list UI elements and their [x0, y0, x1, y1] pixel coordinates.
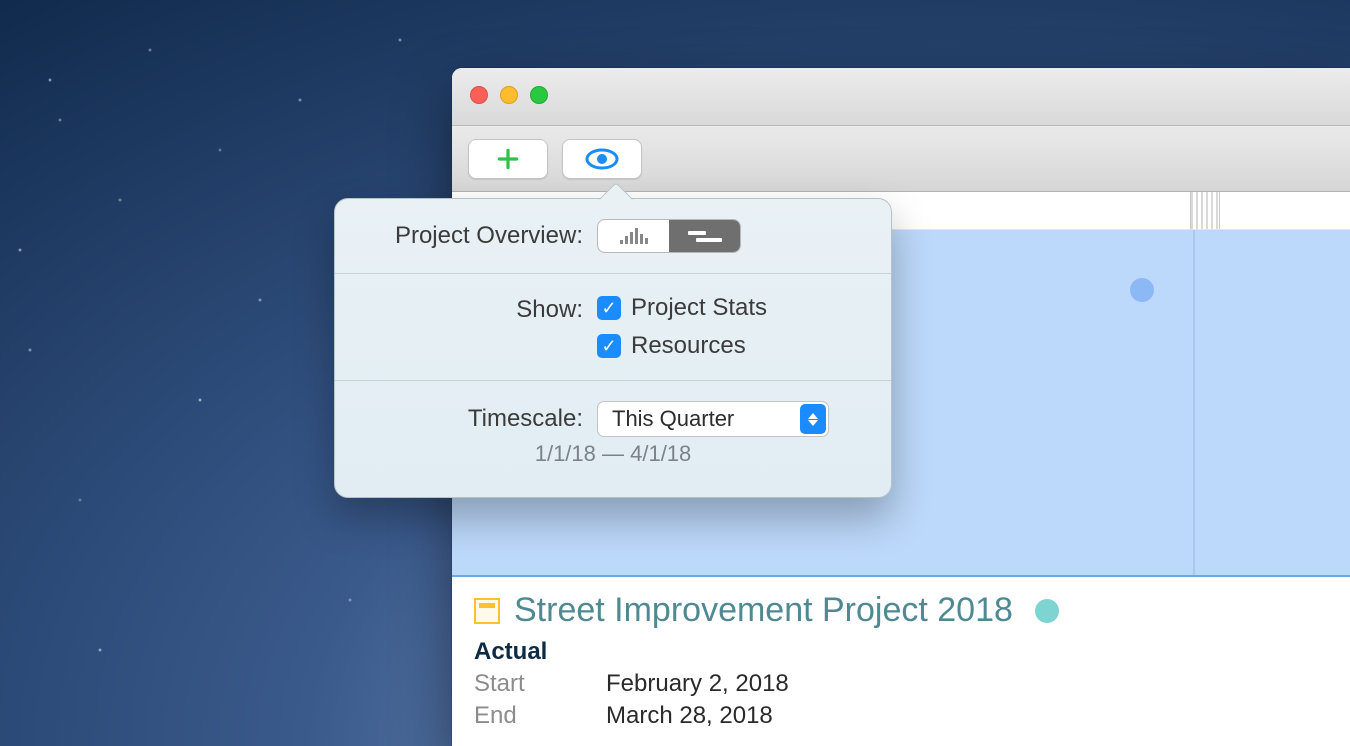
section-heading: Actual — [474, 638, 1328, 666]
titlebar — [452, 68, 1350, 126]
start-value: February 2, 2018 — [606, 670, 789, 698]
end-value: March 28, 2018 — [606, 702, 773, 730]
app-window: Project Overview: Show: ✓ P — [452, 68, 1350, 746]
checkbox-label: Resources — [631, 332, 746, 360]
checkbox-label: Project Stats — [631, 294, 767, 322]
timescale-row: Timescale: This Quarter 1/1/18 — 4/1/18 — [335, 380, 891, 497]
column-resize-handle[interactable] — [1190, 192, 1220, 229]
view-options-popover: Project Overview: Show: ✓ P — [334, 198, 892, 498]
stepper-icon — [800, 404, 826, 434]
close-window-button[interactable] — [470, 86, 488, 104]
view-button[interactable] — [562, 139, 642, 179]
overview-segmented-control[interactable] — [597, 219, 741, 253]
timescale-range: 1/1/18 — 4/1/18 — [359, 441, 867, 489]
toolbar — [452, 126, 1350, 192]
timescale-select[interactable]: This Quarter — [597, 401, 829, 437]
overview-mode-gantt[interactable] — [669, 220, 740, 252]
bar-chart-icon — [620, 228, 648, 244]
timescale-value: This Quarter — [612, 406, 734, 432]
show-resources-checkbox[interactable]: ✓ Resources — [597, 332, 767, 360]
show-label: Show: — [359, 294, 583, 324]
project-info: Street Improvement Project 2018 Actual S… — [452, 577, 1350, 744]
today-marker — [1193, 230, 1195, 575]
status-dot-icon — [1035, 599, 1059, 623]
checkmark-icon: ✓ — [597, 296, 621, 320]
window-controls — [470, 86, 548, 104]
gantt-icon — [688, 231, 722, 242]
overview-label: Project Overview: — [359, 222, 583, 250]
overview-mode-chart[interactable] — [598, 220, 669, 252]
show-project-stats-checkbox[interactable]: ✓ Project Stats — [597, 294, 767, 322]
start-label: Start — [474, 670, 534, 698]
show-row: Show: ✓ Project Stats ✓ Resources — [335, 273, 891, 380]
milestone-dot-icon — [1130, 278, 1154, 302]
end-label: End — [474, 702, 534, 730]
project-title[interactable]: Street Improvement Project 2018 — [514, 591, 1013, 630]
minimize-window-button[interactable] — [500, 86, 518, 104]
project-icon — [474, 598, 500, 624]
zoom-window-button[interactable] — [530, 86, 548, 104]
checkmark-icon: ✓ — [597, 334, 621, 358]
add-button[interactable] — [468, 139, 548, 179]
timescale-label: Timescale: — [359, 405, 583, 433]
